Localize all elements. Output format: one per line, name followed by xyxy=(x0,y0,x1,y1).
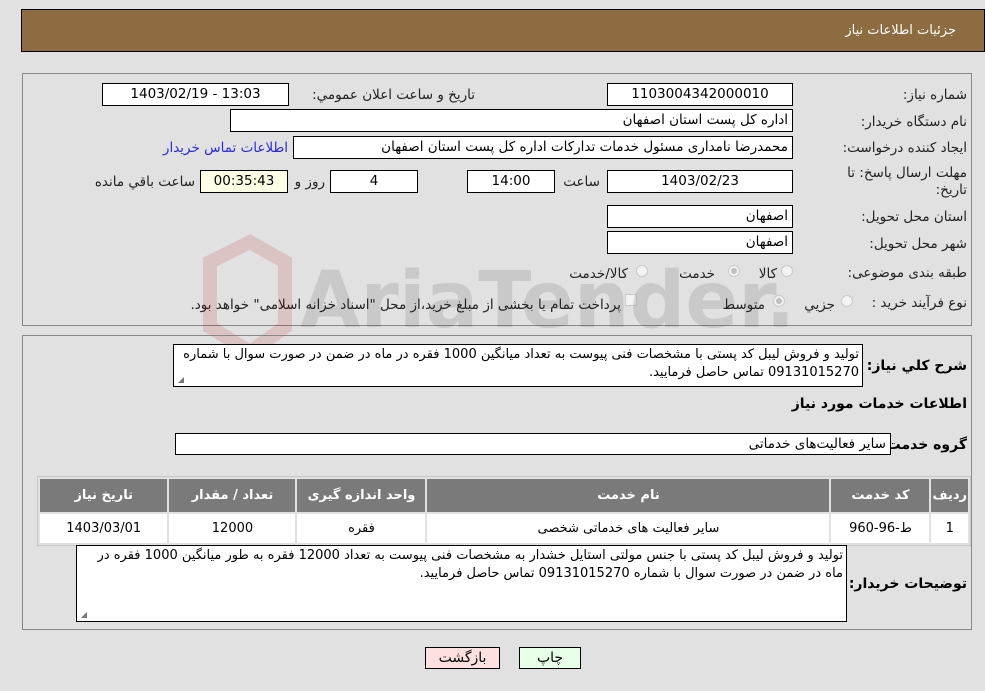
category-option-service: خدمت xyxy=(679,266,715,282)
delivery-province-label: استان محل تحویل: xyxy=(861,209,967,225)
col-service-code: کد خدمت xyxy=(829,477,932,514)
page-title: جزئیات اطلاعات نیاز xyxy=(845,23,956,38)
process-radio-medium[interactable] xyxy=(773,295,785,307)
need-number-label: شماره نیاز: xyxy=(902,87,967,103)
cell-service-name: سایر فعالیت های خدماتی شخصی xyxy=(425,512,832,545)
buyer-notes-label: توضيحات خريدار: xyxy=(848,576,967,592)
category-radio-goods[interactable] xyxy=(781,265,793,277)
resize-grip-icon[interactable]: ◢ xyxy=(176,376,184,384)
days-label: روز و xyxy=(294,174,325,190)
delivery-city-field: اصفهان xyxy=(607,231,793,254)
category-radio-service[interactable] xyxy=(728,265,740,277)
col-service-name: نام خدمت xyxy=(425,477,832,514)
deadline-time-label: ساعت xyxy=(563,174,600,190)
service-group-label: گروه خدمت: xyxy=(881,437,967,453)
services-table: رديف کد خدمت نام خدمت واحد اندازه گيری ت… xyxy=(37,477,970,545)
buyer-contact-link[interactable]: اطلاعات تماس خریدار xyxy=(163,140,288,156)
cell-quantity: 12000 xyxy=(167,512,298,545)
table-row: 1 ط-96-960 سایر فعالیت های خدماتی شخصی ف… xyxy=(37,512,970,545)
summary-text: تولید و فروش لیبل کد پستی با مشخصات فنی … xyxy=(183,347,859,380)
category-option-goods-service: کالا/خدمت xyxy=(569,266,628,282)
summary-label: شرح کلي نياز: xyxy=(866,358,967,374)
services-section-title: اطلاعات خدمات مورد نياز xyxy=(791,396,967,412)
col-unit: واحد اندازه گيری xyxy=(295,477,428,514)
delivery-city-label: شهر محل تحویل: xyxy=(869,236,967,252)
cell-service-code: ط-96-960 xyxy=(829,512,932,545)
process-option-medium: متوسط xyxy=(722,297,765,313)
category-label: طبقه بندی موضوعی: xyxy=(847,265,967,281)
delivery-province-field: اصفهان xyxy=(607,205,793,228)
requester-label: ایجاد کننده درخواست: xyxy=(842,140,967,156)
time-remaining-field: 00:35:43 xyxy=(200,170,288,193)
announce-datetime-label: تاریخ و ساعت اعلان عمومي: xyxy=(312,87,475,103)
service-group-field: سایر فعالیت‌های خدماتی xyxy=(175,433,891,455)
process-type-label: نوع فرآیند خرید : xyxy=(871,295,967,311)
print-button[interactable]: چاپ xyxy=(519,647,581,669)
page-header: جزئیات اطلاعات نیاز xyxy=(21,9,985,52)
deadline-time-field: 14:00 xyxy=(467,170,555,193)
table-header-row: رديف کد خدمت نام خدمت واحد اندازه گيری ت… xyxy=(37,477,970,514)
announce-datetime-field: 1403/02/19 - 13:03 xyxy=(102,83,289,106)
announce-datetime-value: 1403/02/19 - 13:03 xyxy=(130,86,261,102)
cell-row-number: 1 xyxy=(929,512,970,545)
time-remaining-label: ساعت باقي مانده xyxy=(94,174,195,190)
treasury-note: پرداخت تمام یا بخشی از مبلغ خرید،از محل … xyxy=(190,297,621,313)
services-table-wrap: رديف کد خدمت نام خدمت واحد اندازه گيری ت… xyxy=(37,476,971,546)
process-option-minor: جزيي xyxy=(804,297,835,313)
category-option-goods: کالا xyxy=(758,266,777,282)
col-quantity: تعداد / مقدار xyxy=(167,477,298,514)
deadline-label-line1: مهلت ارسال پاسخ: تا xyxy=(847,165,967,181)
category-radio-goods-service[interactable] xyxy=(636,265,648,277)
cell-need-date: 1403/03/01 xyxy=(37,512,170,545)
col-need-date: تاريخ نياز xyxy=(37,477,170,514)
col-row-number: رديف xyxy=(929,477,970,514)
days-remaining-field: 4 xyxy=(330,170,418,193)
treasury-checkbox[interactable] xyxy=(625,294,637,306)
back-button[interactable]: بازگشت xyxy=(425,647,500,669)
buyer-notes-text: تولید و فروش لیبل کد پستی با جنس مولتی ا… xyxy=(97,548,843,581)
process-radio-minor[interactable] xyxy=(841,295,853,307)
summary-textarea[interactable]: تولید و فروش لیبل کد پستی با مشخصات فنی … xyxy=(173,344,863,387)
resize-grip-icon[interactable]: ◢ xyxy=(79,611,87,619)
requester-field: محمدرضا نامداری مسئول خدمات تدارکات ادار… xyxy=(293,136,793,159)
cell-unit: فقره xyxy=(295,512,428,545)
buyer-org-label: نام دستگاه خريدار: xyxy=(860,114,967,130)
buyer-org-field: اداره کل پست استان اصفهان xyxy=(230,109,793,132)
deadline-date-field: 1403/02/23 xyxy=(607,170,793,193)
buyer-notes-textarea[interactable]: تولید و فروش لیبل کد پستی با جنس مولتی ا… xyxy=(76,545,847,622)
deadline-label-line2: تاریخ: xyxy=(935,182,967,198)
need-number-field: 1103004342000010 xyxy=(607,83,793,106)
